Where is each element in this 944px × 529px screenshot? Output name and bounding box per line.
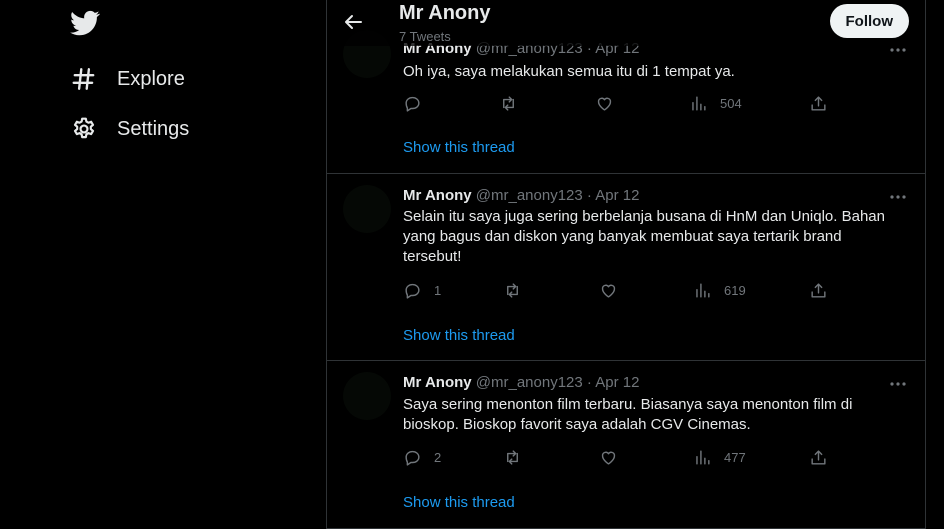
tweet-date[interactable]: · Apr 12 [587, 187, 640, 204]
share-icon [811, 449, 826, 465]
tweet-author-name[interactable]: Mr Anony [403, 374, 472, 391]
share-icon [811, 95, 826, 111]
show-thread-link[interactable]: Show this thread [403, 494, 515, 511]
show-thread-link[interactable]: Show this thread [403, 327, 515, 344]
nav-item-label: Settings [117, 117, 190, 140]
share-button[interactable] [809, 446, 828, 468]
reply-button[interactable]: 2 [403, 446, 441, 468]
avatar[interactable] [343, 185, 391, 233]
analytics-icon [692, 95, 706, 111]
views-button[interactable]: 504 [689, 92, 742, 114]
hashtag-icon [70, 65, 98, 93]
show-thread-link[interactable]: Show this thread [403, 139, 515, 156]
tweet-handle[interactable]: @mr_anony123 [476, 374, 583, 391]
views-count: 619 [724, 282, 746, 298]
tweet-actions: 2 477 [403, 446, 843, 468]
tweet-handle[interactable]: @mr_anony123 [476, 187, 583, 204]
tweet[interactable]: Mr Anony @mr_anony123 · Apr 12 Selain it… [327, 173, 925, 361]
retweet-icon [507, 282, 518, 298]
heart-icon [597, 97, 612, 111]
like-button[interactable] [595, 92, 626, 114]
views-count: 504 [720, 95, 742, 111]
more-options-icon[interactable] [887, 190, 909, 204]
reply-count: 1 [434, 282, 442, 298]
retweet-button[interactable] [503, 279, 534, 301]
tweet-header: Mr Anony @mr_anony123 · Apr 12 [403, 374, 639, 391]
left-navigation: Explore Settings [0, 0, 327, 529]
retweet-icon [503, 95, 514, 111]
twitter-bird-icon[interactable] [70, 8, 102, 40]
heart-icon [601, 284, 616, 298]
like-button[interactable] [599, 446, 630, 468]
views-button[interactable]: 477 [693, 446, 746, 468]
profile-name: Mr Anony [399, 2, 491, 24]
tweet-author-name[interactable]: Mr Anony [403, 187, 472, 204]
tweet-actions: 504 [403, 92, 843, 114]
heart-icon [601, 451, 616, 465]
share-icon [811, 282, 826, 298]
reply-button[interactable] [403, 92, 434, 114]
more-options-icon[interactable] [887, 377, 909, 391]
analytics-icon [696, 282, 710, 298]
share-button[interactable] [809, 92, 828, 114]
nav-item-label: Explore [117, 67, 185, 90]
nav-item-settings[interactable]: Settings [70, 111, 189, 147]
reply-icon [405, 96, 420, 112]
reply-icon [405, 283, 420, 299]
retweet-button[interactable] [499, 92, 530, 114]
reply-button[interactable]: 1 [403, 279, 441, 301]
avatar[interactable] [343, 372, 391, 420]
tweet[interactable]: Mr Anony @mr_anony123 · Apr 12 Saya seri… [327, 360, 925, 529]
gear-icon [70, 115, 98, 143]
retweet-button[interactable] [503, 446, 534, 468]
retweet-icon [507, 449, 518, 465]
tweet-count: 7 Tweets [399, 29, 451, 44]
reply-count: 2 [434, 449, 442, 465]
profile-header: Mr Anony 7 Tweets Follow [327, 0, 925, 46]
nav-item-explore[interactable]: Explore [70, 61, 185, 97]
follow-button[interactable]: Follow [829, 4, 909, 38]
tweet-text: Selain itu saya juga sering berbelanja b… [403, 208, 885, 265]
tweet-date[interactable]: · Apr 12 [587, 374, 640, 391]
tweet-text: Saya sering menonton film terbaru. Biasa… [403, 396, 853, 433]
profile-timeline: Mr Anony @mr_anony123 · Apr 12 Oh iya, s… [326, 0, 926, 529]
views-count: 477 [724, 449, 746, 465]
arrow-left-icon[interactable] [341, 10, 365, 34]
like-button[interactable] [599, 279, 630, 301]
tweet-header: Mr Anony @mr_anony123 · Apr 12 [403, 187, 639, 204]
tweet-actions: 1 619 [403, 279, 843, 301]
tweet-text: Oh iya, saya melakukan semua itu di 1 te… [403, 63, 735, 80]
analytics-icon [696, 449, 710, 465]
share-button[interactable] [809, 279, 828, 301]
views-button[interactable]: 619 [693, 279, 746, 301]
reply-icon [405, 450, 420, 466]
